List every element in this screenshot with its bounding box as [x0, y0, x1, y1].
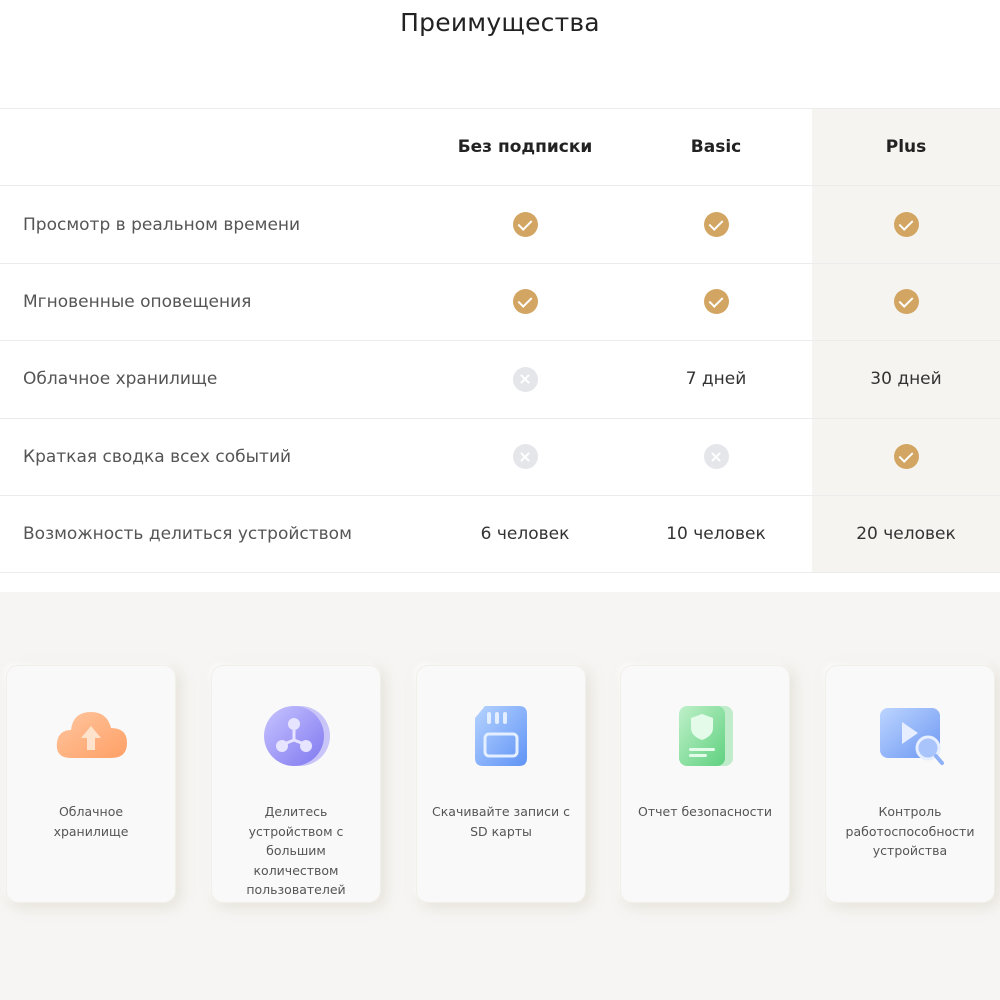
plan-cell: [812, 185, 1000, 264]
table-row: Краткая сводка всех событий: [0, 418, 1000, 496]
cloud-upload-icon: [51, 696, 131, 776]
page-title: Преимущества: [400, 8, 600, 37]
feature-card-label: Отчет безопасности: [638, 804, 772, 819]
plan-cell: [620, 263, 812, 340]
plan-cell: [430, 186, 620, 263]
check-circle-icon: [512, 289, 538, 315]
table-row: Просмотр в реальном времени: [0, 185, 1000, 264]
plan-cell: [812, 418, 1000, 496]
column-header-basic: Basic: [690, 137, 742, 158]
check-circle-icon: [893, 444, 919, 470]
header-feature-empty: [0, 109, 430, 186]
check-circle-icon: [893, 212, 919, 238]
feature-label: Возможность делиться устройством: [23, 524, 352, 545]
cross-circle-icon: [703, 444, 729, 470]
sd-card-icon: [461, 696, 541, 776]
table-row: Возможность делиться устройством 6 челове…: [0, 495, 1000, 573]
check-circle-icon: [512, 212, 538, 238]
comparison-section: Преимущества Без подписки Basic Plus Про…: [0, 0, 1000, 592]
feature-card: Делитесь устройством с большим количеств…: [211, 665, 381, 903]
table-header-row: Без подписки Basic Plus: [0, 108, 1000, 186]
feature-label: Краткая сводка всех событий: [23, 446, 292, 467]
feature-card: Отчет безопасности: [620, 665, 790, 903]
feature-label: Облачное хранилище: [23, 369, 218, 390]
feature-card-label: Контроль работоспособности устройства: [845, 804, 975, 858]
plan-cell: [430, 263, 620, 340]
check-circle-icon: [703, 212, 729, 238]
cross-circle-icon: [512, 444, 538, 470]
table-row: Мгновенные оповещения: [0, 263, 1000, 341]
plan-cell: 20 человек: [812, 495, 1000, 573]
table-row: Облачное хранилище 7 дней 30 дней: [0, 340, 1000, 419]
feature-card-label: Делитесь устройством с большим количеств…: [246, 804, 346, 897]
share-nodes-icon: [256, 696, 336, 776]
plan-cell: 10 человек: [666, 524, 766, 545]
plan-cell: [620, 186, 812, 263]
plan-comparison-table: Без подписки Basic Plus Просмотр в реаль…: [0, 108, 1000, 573]
column-header-no-subscription: Без подписки: [457, 137, 593, 158]
cross-circle-icon: [512, 366, 538, 392]
feature-label: Мгновенные оповещения: [23, 291, 252, 312]
check-circle-icon: [703, 289, 729, 315]
plan-cell: 30 дней: [812, 340, 1000, 419]
plan-cell: 6 человек: [480, 524, 570, 545]
features-cards: Облачное хранилище Делитесь устройством с…: [0, 665, 1000, 905]
feature-card-label: Облачное хранилище: [53, 804, 129, 839]
plan-cell: [430, 341, 620, 418]
feature-card: Контроль работоспособности устройства: [825, 665, 995, 903]
feature-card-label: Скачивайте записи с SD карты: [432, 804, 570, 839]
plan-cell: [620, 418, 812, 495]
column-header-plus: Plus: [812, 108, 1000, 186]
security-report-icon: [665, 696, 745, 776]
check-circle-icon: [893, 289, 919, 315]
plan-cell: [812, 263, 1000, 341]
device-monitor-icon: [870, 696, 950, 776]
plan-cell: 7 дней: [685, 369, 747, 390]
feature-card: Облачное хранилище: [6, 665, 176, 903]
plan-cell: [430, 418, 620, 495]
feature-label: Просмотр в реальном времени: [23, 214, 301, 235]
feature-card: Скачивайте записи с SD карты: [416, 665, 586, 903]
